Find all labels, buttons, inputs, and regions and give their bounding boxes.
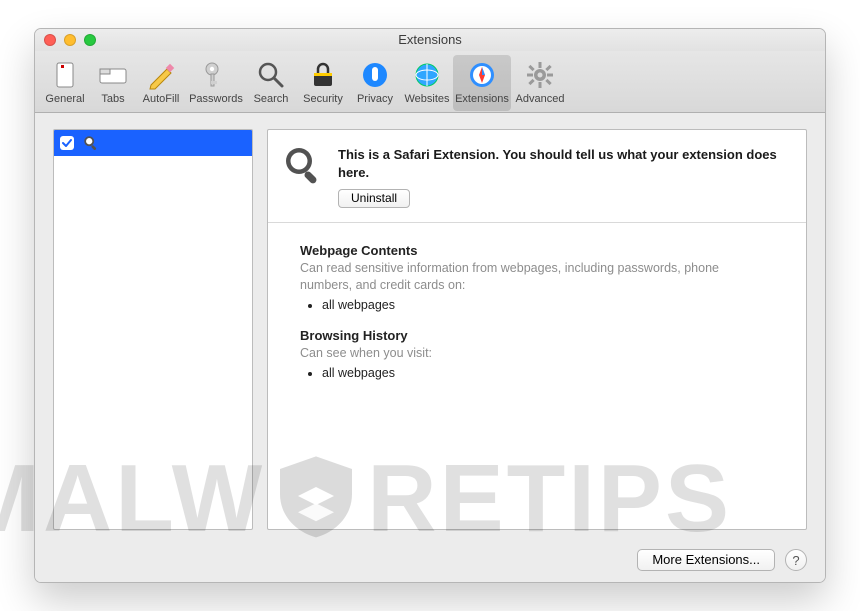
uninstall-button[interactable]: Uninstall xyxy=(338,189,410,208)
zoom-window-button[interactable] xyxy=(84,34,96,46)
search-icon xyxy=(255,59,287,91)
perm-heading-webpage-contents: Webpage Contents xyxy=(300,243,774,258)
perm-desc: Can see when you visit: xyxy=(300,345,774,362)
titlebar: Extensions xyxy=(35,29,825,51)
footer: More Extensions... ? xyxy=(35,538,825,582)
tab-general[interactable]: General xyxy=(39,55,91,111)
tab-privacy[interactable]: Privacy xyxy=(349,55,401,111)
perm-heading-browsing-history: Browsing History xyxy=(300,328,774,343)
tab-passwords[interactable]: Passwords xyxy=(187,55,245,111)
magnifier-icon xyxy=(82,134,100,152)
tab-autofill[interactable]: AutoFill xyxy=(135,55,187,111)
close-window-button[interactable] xyxy=(44,34,56,46)
compass-icon xyxy=(466,59,498,91)
extension-detail: This is a Safari Extension. You should t… xyxy=(267,129,807,530)
tab-security[interactable]: Security xyxy=(297,55,349,111)
websites-icon xyxy=(411,59,443,91)
extension-description: This is a Safari Extension. You should t… xyxy=(338,144,788,181)
traffic-lights xyxy=(44,34,96,46)
general-icon xyxy=(49,59,81,91)
perm-item: all webpages xyxy=(322,366,774,380)
key-icon xyxy=(200,59,232,91)
tab-tabs[interactable]: Tabs xyxy=(91,55,135,111)
lock-icon xyxy=(307,59,339,91)
permissions-section: Webpage Contents Can read sensitive info… xyxy=(268,223,806,416)
extensions-sidebar xyxy=(53,129,253,530)
perm-desc: Can read sensitive information from webp… xyxy=(300,260,774,294)
tabs-icon xyxy=(97,59,129,91)
more-extensions-button[interactable]: More Extensions... xyxy=(637,549,775,571)
magnifier-icon xyxy=(282,144,324,186)
extension-enabled-checkbox[interactable] xyxy=(60,136,74,150)
tab-websites[interactable]: Websites xyxy=(401,55,453,111)
tab-advanced[interactable]: Advanced xyxy=(511,55,569,111)
content-area: This is a Safari Extension. You should t… xyxy=(35,113,825,538)
autofill-icon xyxy=(145,59,177,91)
minimize-window-button[interactable] xyxy=(64,34,76,46)
gear-icon xyxy=(524,59,556,91)
privacy-icon xyxy=(359,59,391,91)
tab-extensions[interactable]: Extensions xyxy=(453,55,511,111)
detail-header: This is a Safari Extension. You should t… xyxy=(268,130,806,223)
window-title: Extensions xyxy=(35,29,825,51)
tab-search[interactable]: Search xyxy=(245,55,297,111)
preferences-window: Extensions General Tabs AutoFill Passwor… xyxy=(34,28,826,583)
perm-item: all webpages xyxy=(322,298,774,312)
preferences-toolbar: General Tabs AutoFill Passwords Search xyxy=(35,51,825,113)
extension-list-item[interactable] xyxy=(54,130,252,156)
help-button[interactable]: ? xyxy=(785,549,807,571)
